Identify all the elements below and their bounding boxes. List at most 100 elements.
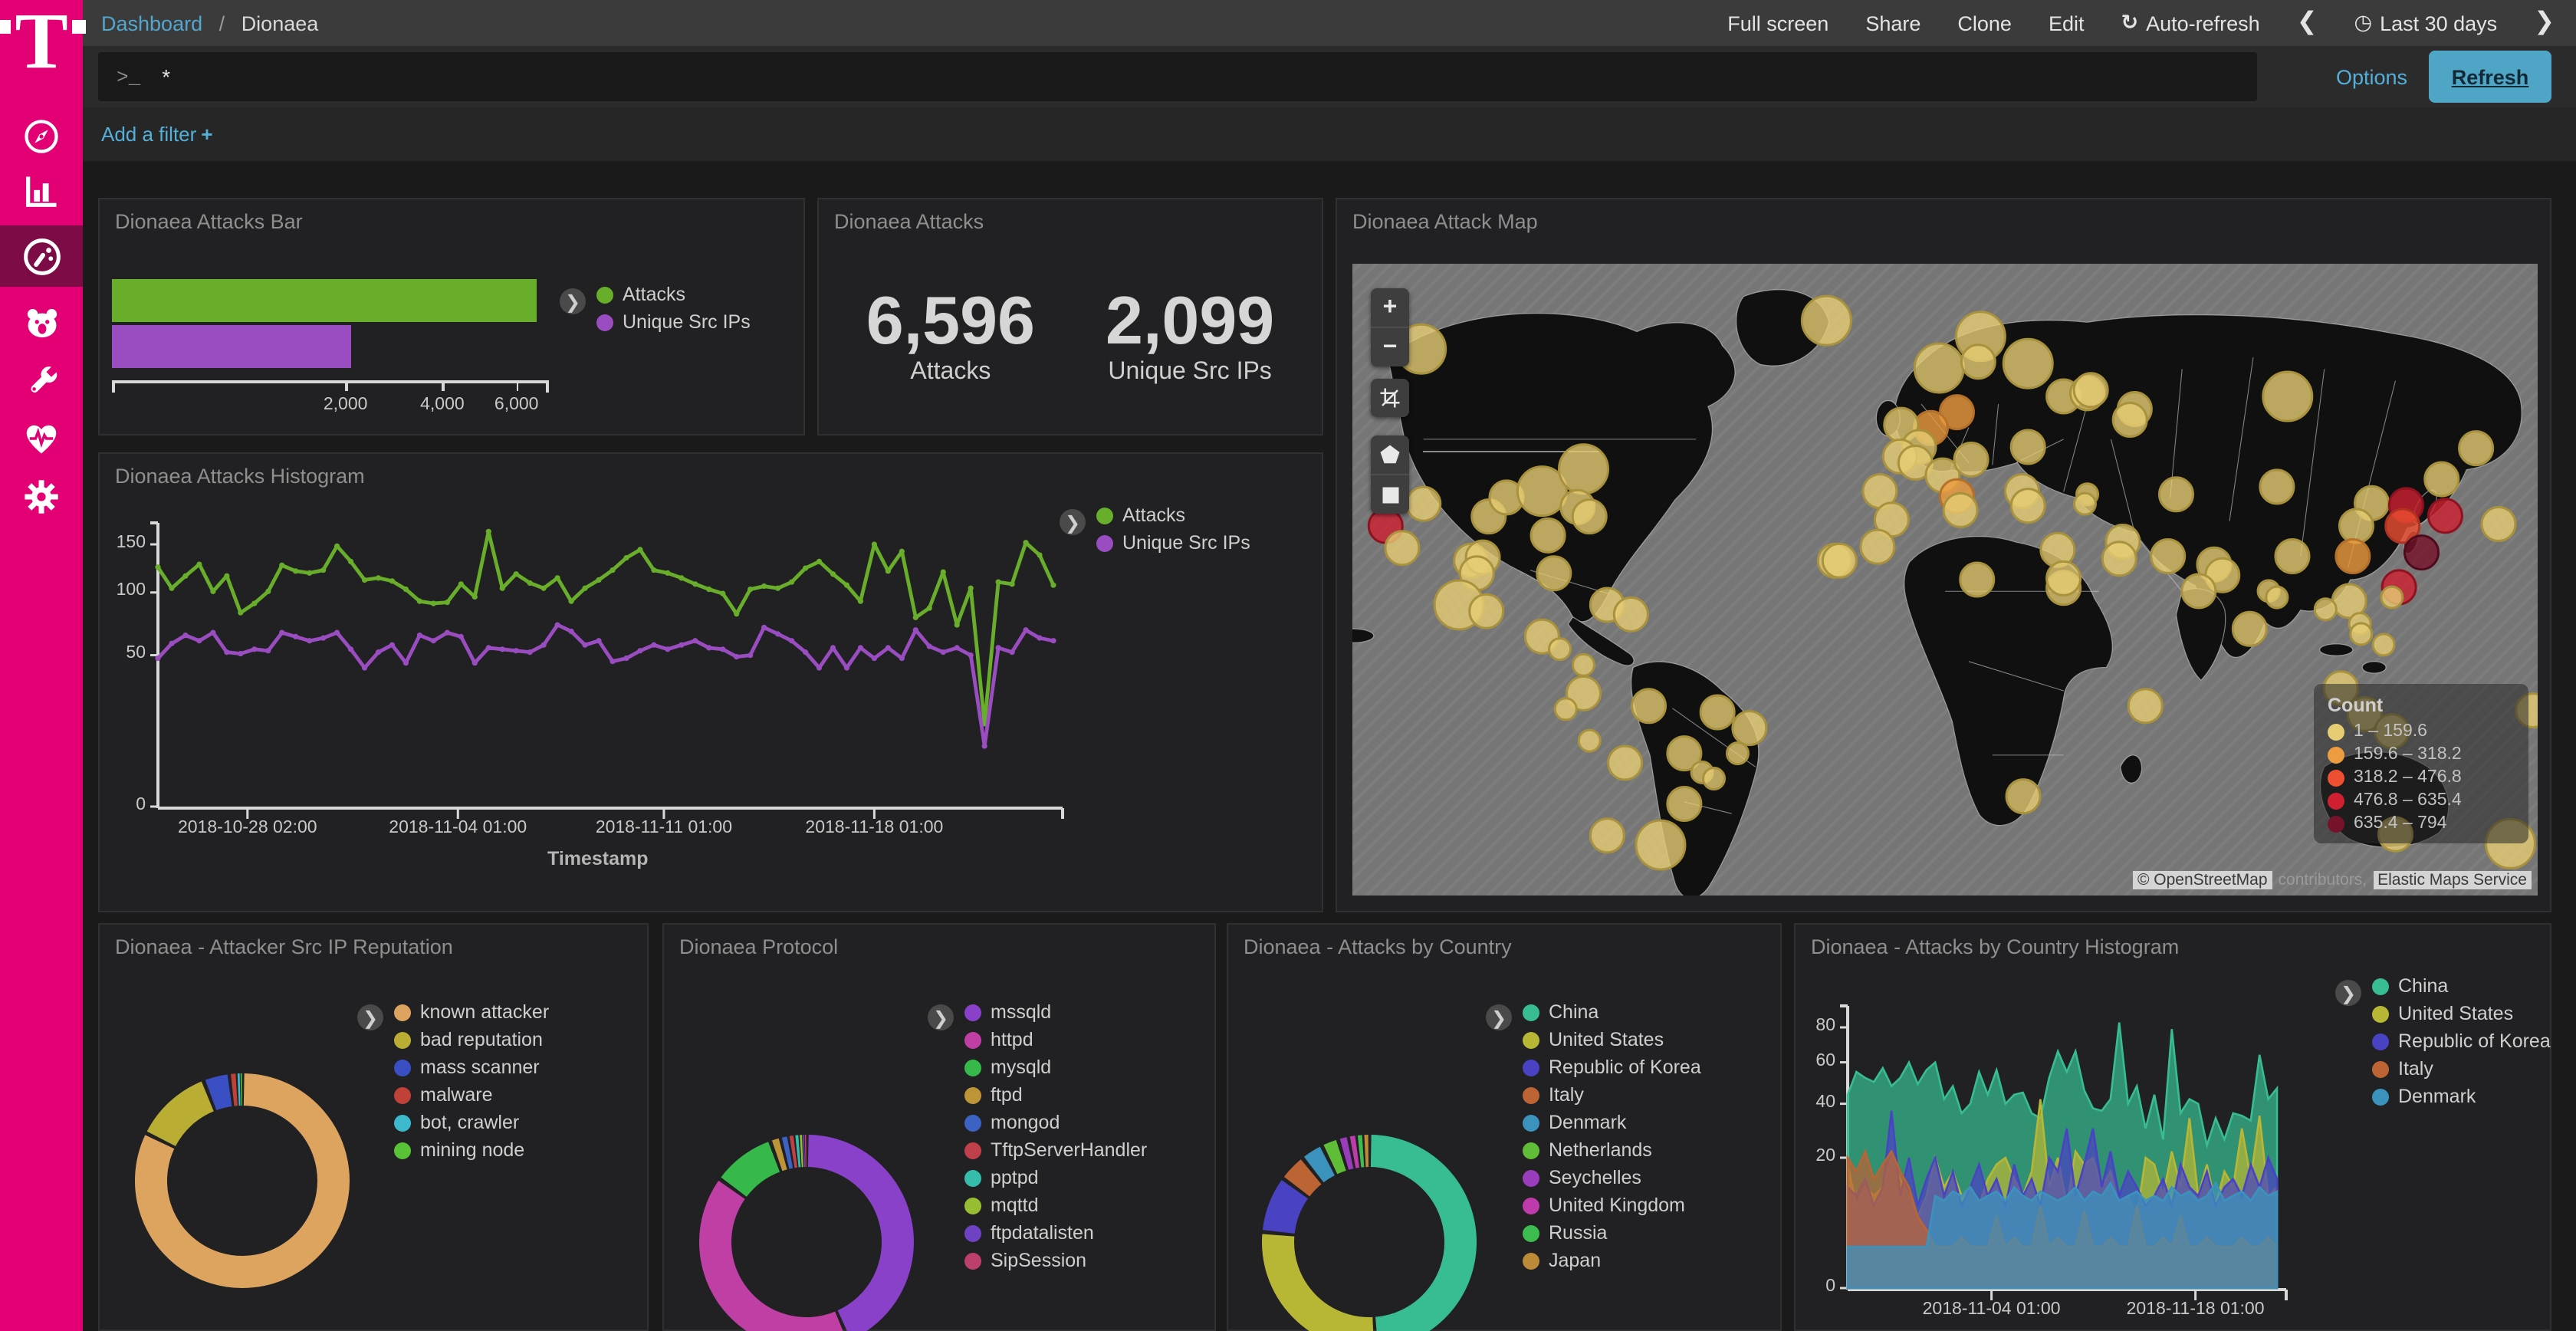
legend-label: bot, crawler	[420, 1112, 519, 1133]
sidebar-item-discover[interactable]	[0, 107, 83, 166]
legend-item[interactable]: Seychelles	[1523, 1167, 1701, 1188]
legend-item[interactable]: SipSession	[964, 1250, 1147, 1271]
reputation-donut-chart[interactable]	[100, 998, 406, 1331]
attack-location-dot	[1704, 768, 1725, 790]
legend-item[interactable]: United Kingdom	[1523, 1195, 1701, 1216]
country-donut-chart[interactable]	[1228, 998, 1535, 1331]
legend-item[interactable]: ftpdatalisten	[964, 1222, 1147, 1244]
time-back-button[interactable]: ❮	[2297, 11, 2318, 35]
y-tick-label: 80	[1786, 1017, 1835, 1035]
legend-label: bad reputation	[420, 1029, 543, 1050]
legend-item[interactable]: Unique Src IPs	[596, 311, 751, 333]
legend-item[interactable]: United States	[2372, 1003, 2551, 1024]
time-forward-button[interactable]: ❯	[2534, 11, 2555, 35]
legend-item[interactable]: mqttd	[964, 1195, 1147, 1216]
legend-item[interactable]: pptpd	[964, 1167, 1147, 1188]
x-tick-label: 2,000	[312, 396, 380, 414]
legend-item[interactable]: Russia	[1523, 1222, 1701, 1244]
legend-label: Unique Src IPs	[1122, 532, 1250, 554]
legend-item[interactable]: ftpd	[964, 1084, 1147, 1106]
map-legend-label: 1 – 159.6	[2354, 722, 2427, 741]
share-button[interactable]: Share	[1865, 12, 1921, 35]
breadcrumb-dashboard-link[interactable]: Dashboard	[101, 12, 202, 35]
clone-button[interactable]: Clone	[1957, 12, 2012, 35]
add-filter-button[interactable]: Add a filter+	[101, 123, 213, 146]
legend-item[interactable]: Republic of Korea	[2372, 1030, 2551, 1052]
legend-expand-icon[interactable]: ❯	[1486, 1004, 1512, 1030]
legend-item[interactable]: Italy	[1523, 1084, 1701, 1106]
legend-item[interactable]: mining node	[394, 1139, 549, 1161]
rectangle-tool-icon[interactable]	[1371, 474, 1409, 514]
map-crop-control	[1371, 379, 1409, 417]
legend-item[interactable]: Japan	[1523, 1250, 1701, 1271]
legend-item[interactable]: Denmark	[1523, 1112, 1701, 1133]
ems-attribution-link[interactable]: Elastic Maps Service	[2373, 871, 2532, 889]
legend-expand-icon[interactable]: ❯	[357, 1004, 383, 1030]
legend-item[interactable]: Attacks	[1096, 504, 1250, 526]
legend-item[interactable]: China	[2372, 975, 2551, 997]
panel-attacks-by-country: Dionaea - Attacks by Country ❯ ChinaUnit…	[1227, 923, 1782, 1331]
search-input[interactable]: >_ *	[98, 52, 2257, 101]
attacks-bar-chart[interactable]: 2,0004,0006,000	[112, 279, 549, 425]
panel-title: Dionaea Attack Map	[1352, 210, 1538, 233]
attack-location-dot	[1608, 746, 1642, 780]
legend-item[interactable]: mysqld	[964, 1057, 1147, 1078]
edit-button[interactable]: Edit	[2049, 12, 2085, 35]
sidebar-item-dashboard[interactable]	[0, 225, 83, 287]
map-legend-item: 635.4 – 794	[2328, 814, 2515, 833]
polygon-tool-icon[interactable]	[1371, 435, 1409, 474]
legend-item[interactable]: bad reputation	[394, 1029, 549, 1050]
logo-dot-left	[0, 20, 10, 34]
y-tick-label: 100	[97, 582, 146, 600]
auto-refresh-button[interactable]: ↻ Auto-refresh	[2121, 11, 2259, 35]
protocol-donut-chart[interactable]	[664, 998, 971, 1331]
legend-item[interactable]: Republic of Korea	[1523, 1057, 1701, 1078]
legend-item[interactable]: China	[1523, 1001, 1701, 1023]
time-range-picker[interactable]: ◷ Last 30 days	[2354, 11, 2498, 35]
sidebar-item-tools[interactable]	[0, 351, 83, 409]
legend-item[interactable]: Netherlands	[1523, 1139, 1701, 1161]
sidebar-item-visualize[interactable]	[0, 163, 83, 221]
sidebar-item-tpot[interactable]	[0, 293, 83, 351]
crop-tool-icon[interactable]	[1371, 379, 1409, 417]
legend-item[interactable]: known attacker	[394, 1001, 549, 1023]
legend-expand-icon[interactable]: ❯	[560, 288, 586, 314]
sidebar-item-monitoring[interactable]	[0, 409, 83, 468]
zoom-in-button[interactable]: +	[1371, 288, 1409, 327]
donut-slice	[161, 1096, 207, 1139]
legend-item[interactable]: bot, crawler	[394, 1112, 549, 1133]
legend-item[interactable]: Unique Src IPs	[1096, 532, 1250, 554]
y-tick-label: 150	[97, 534, 146, 552]
attack-location-dot	[2159, 478, 2193, 511]
legend-item[interactable]: httpd	[964, 1029, 1147, 1050]
legend-item[interactable]: Attacks	[596, 284, 751, 305]
legend-item[interactable]: malware	[394, 1084, 549, 1106]
osm-attribution-link[interactable]: © OpenStreetMap	[2133, 871, 2272, 889]
legend: China United States Republic of Korea Italy…	[1523, 1001, 1701, 1271]
attack-location-dot	[1549, 639, 1571, 660]
bar-unique-src-ips[interactable]	[112, 325, 351, 368]
zoom-out-button[interactable]: −	[1371, 327, 1409, 366]
legend-expand-icon[interactable]: ❯	[2335, 980, 2361, 1006]
legend-item[interactable]: United States	[1523, 1029, 1701, 1050]
legend-item[interactable]: TftpServerHandler	[964, 1139, 1147, 1161]
sidebar-item-settings[interactable]	[0, 468, 83, 526]
bar-attacks[interactable]	[112, 279, 536, 322]
legend-expand-icon[interactable]: ❯	[928, 1004, 954, 1030]
refresh-button[interactable]: Refresh	[2429, 51, 2551, 103]
legend-label: mysqld	[991, 1057, 1051, 1078]
map-legend-item: 476.8 – 635.4	[2328, 791, 2515, 810]
options-link[interactable]: Options	[2336, 46, 2407, 107]
x-tick-label: 6,000	[483, 396, 550, 414]
world-map[interactable]: + − Count 1 – 159.6159.6 – 318.2318.2 – …	[1352, 264, 2538, 896]
legend-item[interactable]: Denmark	[2372, 1086, 2551, 1107]
full-screen-button[interactable]: Full screen	[1727, 12, 1829, 35]
legend-expand-icon[interactable]: ❯	[1060, 509, 1086, 535]
telekom-logo[interactable]: T	[0, 18, 83, 98]
legend-item[interactable]: Italy	[2372, 1058, 2551, 1080]
legend-item[interactable]: mssqld	[964, 1001, 1147, 1023]
legend-item[interactable]: mongod	[964, 1112, 1147, 1133]
legend-label: Italy	[1549, 1084, 1584, 1106]
legend-item[interactable]: mass scanner	[394, 1057, 549, 1078]
legend-dot	[596, 286, 613, 303]
